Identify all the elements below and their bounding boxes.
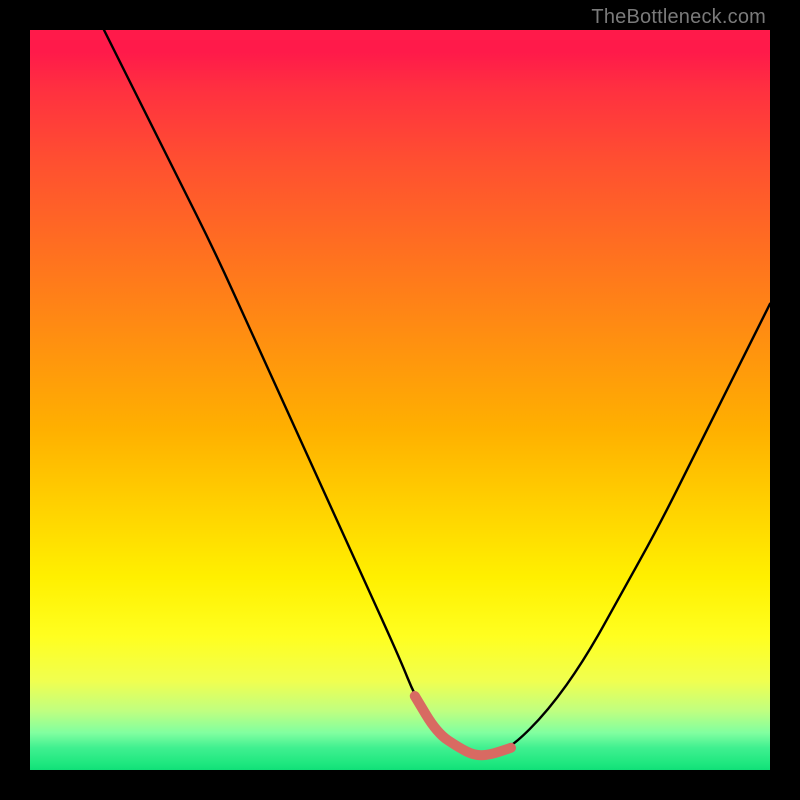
watermark-text: TheBottleneck.com bbox=[591, 6, 766, 29]
chart-plot-area bbox=[30, 30, 770, 770]
chart-curve-svg bbox=[30, 30, 770, 770]
bottleneck-curve-line bbox=[104, 30, 770, 755]
bottleneck-highlight-segment bbox=[415, 696, 511, 755]
